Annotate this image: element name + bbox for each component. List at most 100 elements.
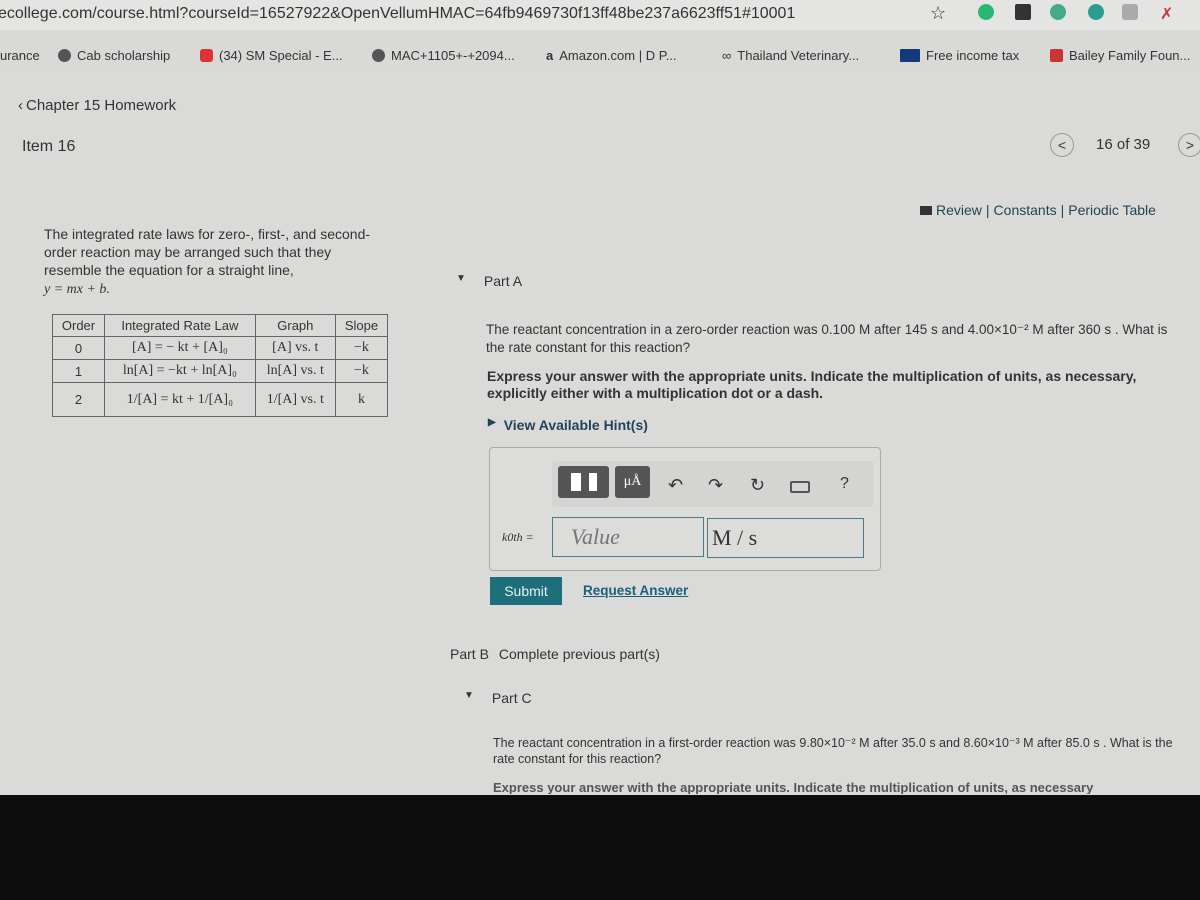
part-b-header: Part B Complete previous part(s)	[450, 646, 660, 662]
globe-icon	[372, 49, 385, 62]
bookmark-label: Cab scholarship	[77, 48, 171, 63]
cell: ln[A] = −kt + ln[A]₀	[104, 359, 256, 383]
extension-gray-icon[interactable]	[1122, 4, 1138, 20]
bookmarks-bar: urance Cab scholarship (34) SM Special -…	[0, 38, 1200, 64]
undo-icon[interactable]: ↶	[668, 475, 683, 496]
periodic-table-link[interactable]: Periodic Table	[1068, 202, 1156, 218]
separator: |	[985, 202, 990, 218]
caret-right-icon: ▶	[488, 417, 496, 428]
next-item-button[interactable]: >	[1178, 133, 1200, 157]
bookmark-label: (34) SM Special - E...	[219, 48, 343, 63]
hints-label: View Available Hint(s)	[503, 417, 648, 433]
help-button[interactable]: ?	[840, 475, 849, 493]
grammarly-extension-icon[interactable]	[978, 4, 994, 20]
part-c-toggle[interactable]: ▼ Part C	[464, 690, 532, 706]
part-b-status: Complete previous part(s)	[498, 646, 660, 662]
back-link[interactable]: ‹ Chapter 15 Homework	[18, 97, 176, 114]
reset-icon[interactable]: ↻	[750, 475, 765, 496]
variable-label: k0th =	[502, 530, 534, 544]
chevron-left-icon: ‹	[18, 97, 23, 114]
column-header: Integrated Rate Law	[104, 314, 256, 337]
redo-icon[interactable]: ↷	[708, 475, 723, 496]
cell: [A] vs. t	[254, 336, 336, 360]
units-input[interactable]: M / s	[707, 518, 864, 558]
extension-icon[interactable]	[1050, 4, 1066, 20]
amazon-icon: a	[546, 48, 554, 63]
youtube-icon	[200, 49, 213, 62]
cell: [A] = − kt + [A]₀	[104, 336, 256, 360]
intro-text: The integrated rate laws for zero-, firs…	[44, 225, 384, 299]
bookmark-mac[interactable]: MAC+1105+-+2094...	[372, 48, 515, 63]
bookmark-amazon[interactable]: a Amazon.com | D P...	[546, 48, 677, 63]
bookmark-thailand[interactable]: ∞ Thailand Veterinary...	[722, 48, 859, 63]
bookmark-icon	[1050, 49, 1063, 62]
cell: k	[334, 382, 389, 417]
units-button[interactable]: μÅ	[615, 466, 650, 498]
globe-icon	[58, 49, 71, 62]
hcc-icon	[900, 49, 920, 62]
keyboard-icon[interactable]	[790, 481, 810, 493]
item-title: Item 16	[22, 138, 76, 155]
bookmark-label: MAC+1105+-+2094...	[391, 48, 515, 63]
part-c-instructions: Express your answer with the appropriate…	[493, 780, 1094, 794]
address-bar[interactable]: ecollege.com/course.html?courseId=165279…	[0, 0, 1200, 30]
part-b-title: Part B	[450, 646, 489, 662]
caret-down-icon: ▼	[464, 690, 474, 701]
table-row: 0 [A] = − kt + [A]₀ [A] vs. t −k	[51, 336, 389, 360]
bookmark-insurance[interactable]: urance	[0, 48, 40, 63]
cell: 1	[51, 359, 106, 383]
column-header: Slope	[334, 314, 389, 337]
cell: ln[A] vs. t	[254, 359, 336, 383]
bookmark-label: Thailand Veterinary...	[737, 48, 860, 63]
review-link[interactable]: Review	[936, 202, 982, 218]
view-hints-link[interactable]: ▶ View Available Hint(s)	[488, 417, 648, 433]
table-row: 2 1/[A] = kt + 1/[A]₀ 1/[A] vs. tk	[51, 382, 389, 417]
part-a-instructions: Express your answer with the appropriate…	[487, 368, 1137, 401]
link-icon: ∞	[722, 48, 732, 63]
bookmark-label: urance	[0, 48, 40, 63]
bookmark-label: Bailey Family Foun...	[1069, 48, 1191, 63]
monitor-bezel	[0, 795, 1200, 900]
item-counter: 16 of 39	[1096, 136, 1151, 153]
prev-item-button[interactable]: <	[1050, 133, 1074, 157]
bookmark-label: Free income tax	[926, 48, 1020, 63]
part-a-title: Part A	[483, 273, 523, 289]
part-a-question: The reactant concentration in a zero-ord…	[486, 322, 1168, 355]
caret-down-icon: ▼	[456, 273, 466, 284]
resources-links: Review | Constants | Periodic Table	[920, 202, 1156, 218]
part-a-toggle[interactable]: ▼ Part A	[456, 273, 522, 289]
cell: 0	[51, 336, 106, 360]
units-label: μÅ	[623, 474, 642, 489]
back-link-label: Chapter 15 Homework	[26, 97, 177, 114]
cell: 1/[A] = kt + 1/[A]₀	[104, 382, 256, 417]
grammarly-g-icon[interactable]	[1088, 4, 1104, 20]
request-answer-link[interactable]: Request Answer	[583, 583, 688, 598]
value-input[interactable]	[552, 517, 704, 557]
templates-icon	[570, 473, 597, 491]
cell: 2	[51, 382, 106, 417]
rate-law-table: Order Integrated Rate Law Graph Slope 0[…	[51, 314, 389, 417]
bookmark-label: Amazon.com | D P...	[559, 48, 677, 63]
book-icon	[920, 205, 932, 215]
submit-button[interactable]: Submit	[490, 577, 562, 605]
table-row: 1 ln[A] = −kt + ln[A]₀ ln[A] vs. t −k	[51, 359, 389, 383]
part-c-question: The reactant concentration in a first-or…	[493, 736, 1173, 766]
column-header: Graph	[254, 314, 336, 337]
url-text[interactable]: ecollege.com/course.html?courseId=165279…	[0, 5, 795, 22]
star-icon[interactable]: ☆	[930, 3, 946, 24]
extension-red-icon[interactable]: ✗	[1160, 4, 1176, 23]
column-header: Order	[51, 314, 106, 337]
bookmark-youtube[interactable]: (34) SM Special - E...	[200, 48, 343, 63]
intro-paragraph: The integrated rate laws for zero-, firs…	[44, 226, 371, 278]
cell: 1/[A] vs. t	[254, 382, 336, 417]
templates-button[interactable]	[558, 466, 609, 498]
separator: |	[1060, 202, 1065, 218]
bookmark-cab-scholarship[interactable]: Cab scholarship	[58, 48, 170, 63]
cell: −k	[334, 359, 389, 383]
bookmark-bailey[interactable]: Bailey Family Foun...	[1050, 48, 1190, 63]
constants-link[interactable]: Constants	[994, 202, 1057, 218]
bookmark-free-income-tax[interactable]: Free income tax	[900, 48, 1019, 63]
table-header-row: Order Integrated Rate Law Graph Slope	[51, 314, 389, 337]
download-extension-icon[interactable]	[1015, 4, 1031, 20]
cell: −k	[334, 336, 389, 360]
